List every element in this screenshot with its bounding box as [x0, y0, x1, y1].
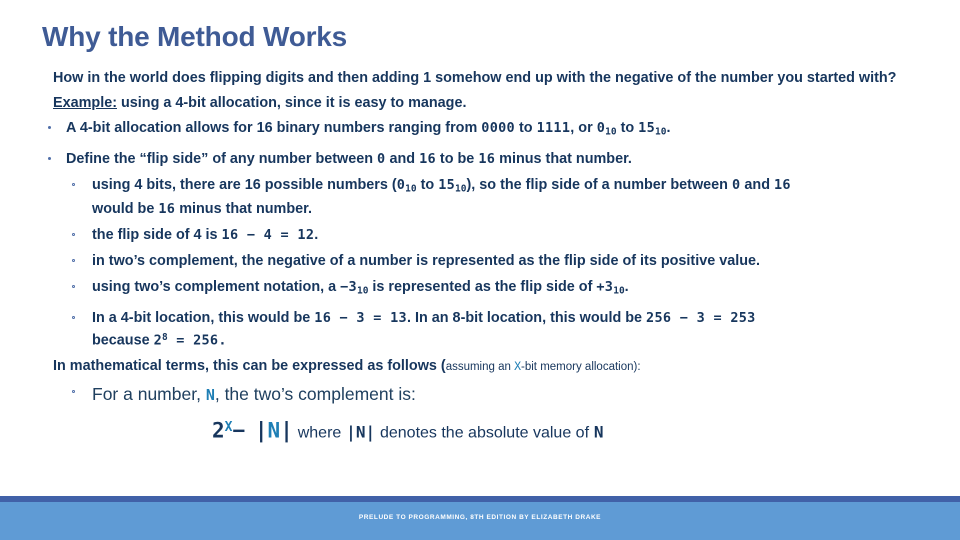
math-intro-note-pre: assuming an [445, 361, 515, 374]
s1-mid2: ), so the flip side of a number between [466, 176, 732, 193]
s1-line2-num: 16 [158, 201, 176, 218]
s2-pre: the flip side of 4 is [92, 227, 222, 244]
s1-v0: 0 [396, 176, 406, 193]
s5-line2-post: = 256. [167, 332, 227, 349]
b2-sixteen-b: 16 [478, 150, 496, 167]
s3-text: in two’s complement, the negative of a n… [92, 253, 760, 270]
example-text: using a 4-bit allocation, since it is ea… [117, 95, 467, 111]
b1-decimal-high-sub: 10 [655, 126, 667, 138]
b2-mid2: to be [435, 150, 479, 167]
definition-post: , the two’s complement is: [214, 384, 416, 405]
formula-variable-n: N [267, 418, 281, 443]
bullet-circle-icon [72, 315, 75, 319]
b2-sixteen: 16 [419, 150, 436, 167]
formula-abs-close: | [280, 418, 293, 443]
math-intro-pre: In mathematical terms, this can be expre… [53, 358, 446, 375]
formula-abs-open: | [254, 418, 268, 443]
list-item: using 4 bits, there are 16 possible numb… [34, 175, 934, 220]
list-item: In a 4-bit location, this would be 16 − … [34, 308, 934, 350]
s1-mid1: to [416, 176, 439, 193]
variable-n: N [205, 386, 215, 405]
b2-post: minus that number. [495, 150, 632, 167]
footer-attribution: PRELUDE TO PROGRAMMING, 8TH EDITION BY E… [358, 514, 602, 521]
s1-line2-post: minus that number. [175, 201, 312, 218]
s5-pre: In a 4-bit location, this would be [92, 309, 315, 326]
b1-decimal-high: 15 [638, 120, 656, 136]
b1-post: . [666, 120, 671, 136]
b1-decimal-low: 0 [596, 120, 606, 136]
s4-post: . [624, 279, 629, 296]
b2-mid1: and [385, 150, 420, 167]
b1-mid3: to [616, 120, 639, 136]
b1-mid2: , or [570, 120, 597, 136]
slide-body: How in the world does flipping digits an… [34, 68, 934, 454]
list-item: in two’s complement, the negative of a n… [34, 251, 934, 271]
example-label: Example: [53, 95, 117, 111]
s1-v0-sub: 10 [405, 183, 417, 195]
s1-sixteen: 16 [774, 176, 791, 193]
definition-pre: For a number, [92, 384, 206, 405]
bullet-dot-icon [48, 156, 51, 160]
bullet-circle-icon [72, 182, 75, 186]
s1-mid3: and [740, 176, 774, 193]
bullet-dot-icon [48, 126, 51, 129]
s4-pos3: +3 [596, 279, 614, 296]
s4-mid: is represented as the flip side of [368, 279, 597, 296]
formula-where: where [297, 424, 342, 442]
b2-pre: Define the “flip side” of any number bet… [66, 150, 378, 167]
s1-pre: using 4 bits, there are 16 possible numb… [92, 176, 397, 193]
variable-x: X [514, 359, 522, 374]
list-item: A 4-bit allocation allows for 16 binary … [34, 118, 934, 143]
b1-decimal-low-sub: 10 [605, 126, 617, 138]
intro-question: How in the world does flipping digits an… [53, 70, 897, 86]
s4-pre: using two’s complement notation, a [92, 279, 341, 296]
formula: 2X− |N| where |N| denotes the absolute v… [34, 413, 934, 449]
footer-band [0, 502, 960, 540]
s5-base: 2 [153, 332, 163, 349]
math-intro-note-post: -bit memory allocation): [521, 361, 641, 374]
formula-variable-n2: N [355, 422, 366, 442]
b1-binary-high: 1111 [536, 120, 571, 136]
s5-expression-2: 256 − 3 = 253 [646, 309, 756, 326]
s2-post: . [314, 227, 319, 244]
b1-mid1: to [514, 120, 537, 136]
bullet-circle-icon [72, 390, 75, 394]
s1-v15-sub: 10 [455, 183, 467, 195]
s1-v15: 15 [438, 176, 456, 193]
s4-neg3-sub: 10 [356, 285, 369, 297]
example-line: Example: using a 4-bit allocation, since… [34, 93, 934, 113]
formula-minus: − [232, 418, 246, 443]
list-item: using two’s complement notation, a −310 … [34, 277, 934, 302]
s5-mid: . In an 8-bit location, this would be [406, 309, 647, 326]
s5-line2-pre: because [92, 332, 154, 349]
math-intro: In mathematical terms, this can be expre… [34, 356, 934, 377]
list-item: Define the “flip side” of any number bet… [34, 149, 934, 169]
s5-expression-1: 16 − 3 = 13 [314, 309, 407, 326]
formula-base: 2 [212, 418, 225, 443]
formula-variable-n3: N [593, 422, 604, 442]
bullet-circle-icon [72, 233, 75, 237]
s4-neg3: −3 [340, 279, 357, 296]
page-title: Why the Method Works [42, 21, 348, 52]
formula-abs2-open: | [346, 422, 356, 442]
list-item: the flip side of 4 is 16 − 4 = 12. [34, 225, 934, 245]
slide: Why the Method Works How in the world do… [0, 0, 960, 540]
s2-expression: 16 − 4 = 12 [221, 227, 315, 244]
s4-pos3-sub: 10 [613, 285, 625, 297]
b1-pre: A 4-bit allocation allows for 16 binary … [66, 120, 482, 136]
formula-denotes: denotes the absolute value of [379, 424, 590, 442]
bullet-circle-icon [72, 285, 75, 289]
definition-line: For a number, N, the two’s complement is… [34, 382, 934, 407]
s1-line2-pre: would be [92, 201, 159, 218]
formula-abs2-close: | [365, 422, 376, 442]
bullet-circle-icon [72, 259, 75, 263]
b1-binary-low: 0000 [481, 120, 515, 136]
